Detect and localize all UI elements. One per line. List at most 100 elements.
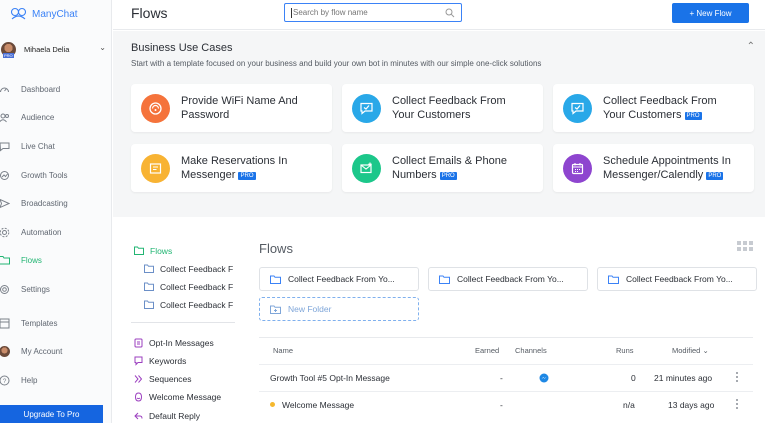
- grid-view-icon[interactable]: [737, 241, 753, 253]
- search-box[interactable]: [284, 3, 462, 22]
- column-header-runs[interactable]: Runs: [616, 346, 634, 355]
- folder-tree-item[interactable]: Collect Feedback F: [144, 262, 237, 275]
- column-header-name[interactable]: Name: [273, 346, 293, 355]
- template-card-appointments[interactable]: Schedule Appointments In Messenger/Calend…: [553, 144, 754, 192]
- sidebar-item-label: Audience: [21, 112, 55, 122]
- folder-plus-icon: [270, 305, 281, 314]
- sidebar-item-growth-tools[interactable]: Growth Tools: [0, 167, 112, 183]
- sidebar: ManyChat PRO Mihaela Delia ⌄ Dashboard A…: [0, 0, 112, 423]
- keywords-icon: [134, 356, 143, 366]
- sidebar-item-label: Settings: [21, 284, 50, 294]
- sidebar-item-live-chat[interactable]: Live Chat: [0, 138, 112, 154]
- folder-card[interactable]: Collect Feedback From Yo...: [259, 267, 419, 291]
- chevron-down-icon: ⌄: [702, 346, 709, 355]
- divider: [131, 322, 235, 323]
- folder-icon: [439, 275, 450, 284]
- column-header-channels[interactable]: Channels: [515, 346, 547, 355]
- sidebar-item-label: Automation: [21, 227, 62, 237]
- calendar-icon: [563, 153, 592, 183]
- template-card-feedback-pro[interactable]: Collect Feedback From Your Customers PRO: [553, 84, 754, 132]
- column-header-earned[interactable]: Earned: [475, 346, 499, 355]
- sidebar-item-dashboard[interactable]: Dashboard: [0, 81, 112, 97]
- more-options-icon[interactable]: [736, 399, 738, 411]
- chevron-up-icon[interactable]: ⌃: [747, 41, 755, 52]
- sidebar-item-audience[interactable]: Audience: [0, 109, 112, 125]
- folder-open-icon: [134, 246, 144, 255]
- brand-name: ManyChat: [32, 8, 78, 20]
- svg-text:?: ?: [2, 378, 6, 385]
- flow-earned: -: [500, 373, 503, 383]
- send-icon: [0, 197, 10, 209]
- sidebar-item-my-account[interactable]: My Account: [0, 343, 112, 359]
- dashboard-icon: [0, 83, 10, 95]
- folder-icon: [144, 264, 154, 273]
- business-use-cases: Business Use Cases Start with a template…: [113, 31, 765, 217]
- flow-name[interactable]: Welcome Message: [270, 400, 354, 410]
- new-flow-button[interactable]: + New Flow: [672, 3, 749, 23]
- sidebar-item-label: Live Chat: [21, 141, 55, 151]
- template-card-reservations[interactable]: Make Reservations In Messenger PRO: [131, 144, 332, 192]
- template-card-feedback[interactable]: Collect Feedback From Your Customers: [342, 84, 543, 132]
- search-icon[interactable]: [445, 8, 455, 18]
- card-title: Provide WiFi Name And Password: [181, 95, 298, 121]
- flows-table: Name Earned Channels Runs Modified ⌄ Gro…: [259, 337, 753, 423]
- feedback-icon: [563, 93, 592, 123]
- sidebar-item-help[interactable]: ? Help: [0, 372, 112, 388]
- flows-panel-title: Flows: [259, 241, 293, 256]
- template-card-emails[interactable]: Collect Emails & Phone Numbers PRO: [342, 144, 543, 192]
- folder-tree-item[interactable]: Collect Feedback F: [144, 280, 237, 293]
- settings-icon: [0, 283, 10, 295]
- folder-icon: [270, 275, 281, 284]
- pro-badge: PRO: [3, 52, 14, 58]
- brand-logo[interactable]: ManyChat: [10, 6, 78, 22]
- folder-icon: [144, 300, 154, 309]
- pro-badge: PRO: [439, 172, 457, 180]
- folder-tree: Flows Collect Feedback F Collect Feedbac…: [113, 217, 243, 423]
- avatar: [0, 345, 10, 357]
- card-title: Collect Emails & Phone Numbers PRO: [392, 155, 507, 181]
- folder-section-keywords[interactable]: Keywords: [134, 354, 186, 367]
- folder-card[interactable]: Collect Feedback From Yo...: [597, 267, 757, 291]
- card-title: Collect Feedback From Your Customers: [392, 95, 506, 121]
- column-header-modified[interactable]: Modified ⌄: [672, 346, 709, 355]
- folder-tree-root[interactable]: Flows: [134, 244, 172, 257]
- folder-section-default-reply[interactable]: Default Reply: [134, 409, 200, 422]
- sidebar-item-flows[interactable]: Flows: [0, 252, 112, 268]
- sidebar-item-label: Templates: [21, 318, 58, 328]
- page-title: Flows: [131, 5, 168, 21]
- avatar: PRO: [1, 41, 16, 58]
- upgrade-to-pro-button[interactable]: Upgrade To Pro: [0, 405, 103, 423]
- folder-tree-item[interactable]: Collect Feedback F: [144, 298, 237, 311]
- sidebar-item-label: My Account: [21, 346, 63, 356]
- search-input[interactable]: [293, 8, 433, 17]
- folder-card[interactable]: Collect Feedback From Yo...: [428, 267, 588, 291]
- new-folder-button[interactable]: New Folder: [259, 297, 419, 321]
- sidebar-item-label: Broadcasting: [21, 198, 68, 208]
- folder-section-sequences[interactable]: Sequences: [134, 372, 192, 385]
- more-options-icon[interactable]: [736, 372, 738, 384]
- sidebar-item-settings[interactable]: Settings: [0, 281, 112, 297]
- messenger-icon: [539, 373, 549, 383]
- sidebar-item-label: Dashboard: [21, 84, 61, 94]
- folder-section-welcome[interactable]: Welcome Message: [134, 390, 221, 403]
- sidebar-item-templates[interactable]: Templates: [0, 315, 112, 331]
- folder-section-opt-in[interactable]: Opt-In Messages: [134, 336, 214, 349]
- table-row[interactable]: Welcome Message - n/a 13 days ago: [259, 391, 753, 417]
- growth-icon: [0, 169, 10, 181]
- user-name: Mihaela Delia: [24, 44, 70, 54]
- flow-runs: n/a: [623, 400, 635, 410]
- flow-name[interactable]: Growth Tool #5 Opt-In Message: [270, 373, 390, 383]
- status-dot: [270, 402, 275, 407]
- template-card-wifi[interactable]: Provide WiFi Name And Password: [131, 84, 332, 132]
- account-switcher[interactable]: PRO Mihaela Delia ⌄: [0, 40, 112, 58]
- feedback-icon: [352, 93, 381, 123]
- table-row[interactable]: Growth Tool #5 Opt-In Message - 0 21 min…: [259, 364, 753, 390]
- folder-icon: [608, 275, 619, 284]
- sidebar-item-automation[interactable]: Automation: [0, 224, 112, 240]
- help-icon: ?: [0, 374, 10, 386]
- sidebar-item-broadcasting[interactable]: Broadcasting: [0, 195, 112, 211]
- wifi-icon: [141, 93, 170, 123]
- chevron-down-icon[interactable]: ⌄: [99, 43, 106, 52]
- sidebar-item-label: Flows: [21, 255, 42, 265]
- folder-icon: [0, 254, 10, 266]
